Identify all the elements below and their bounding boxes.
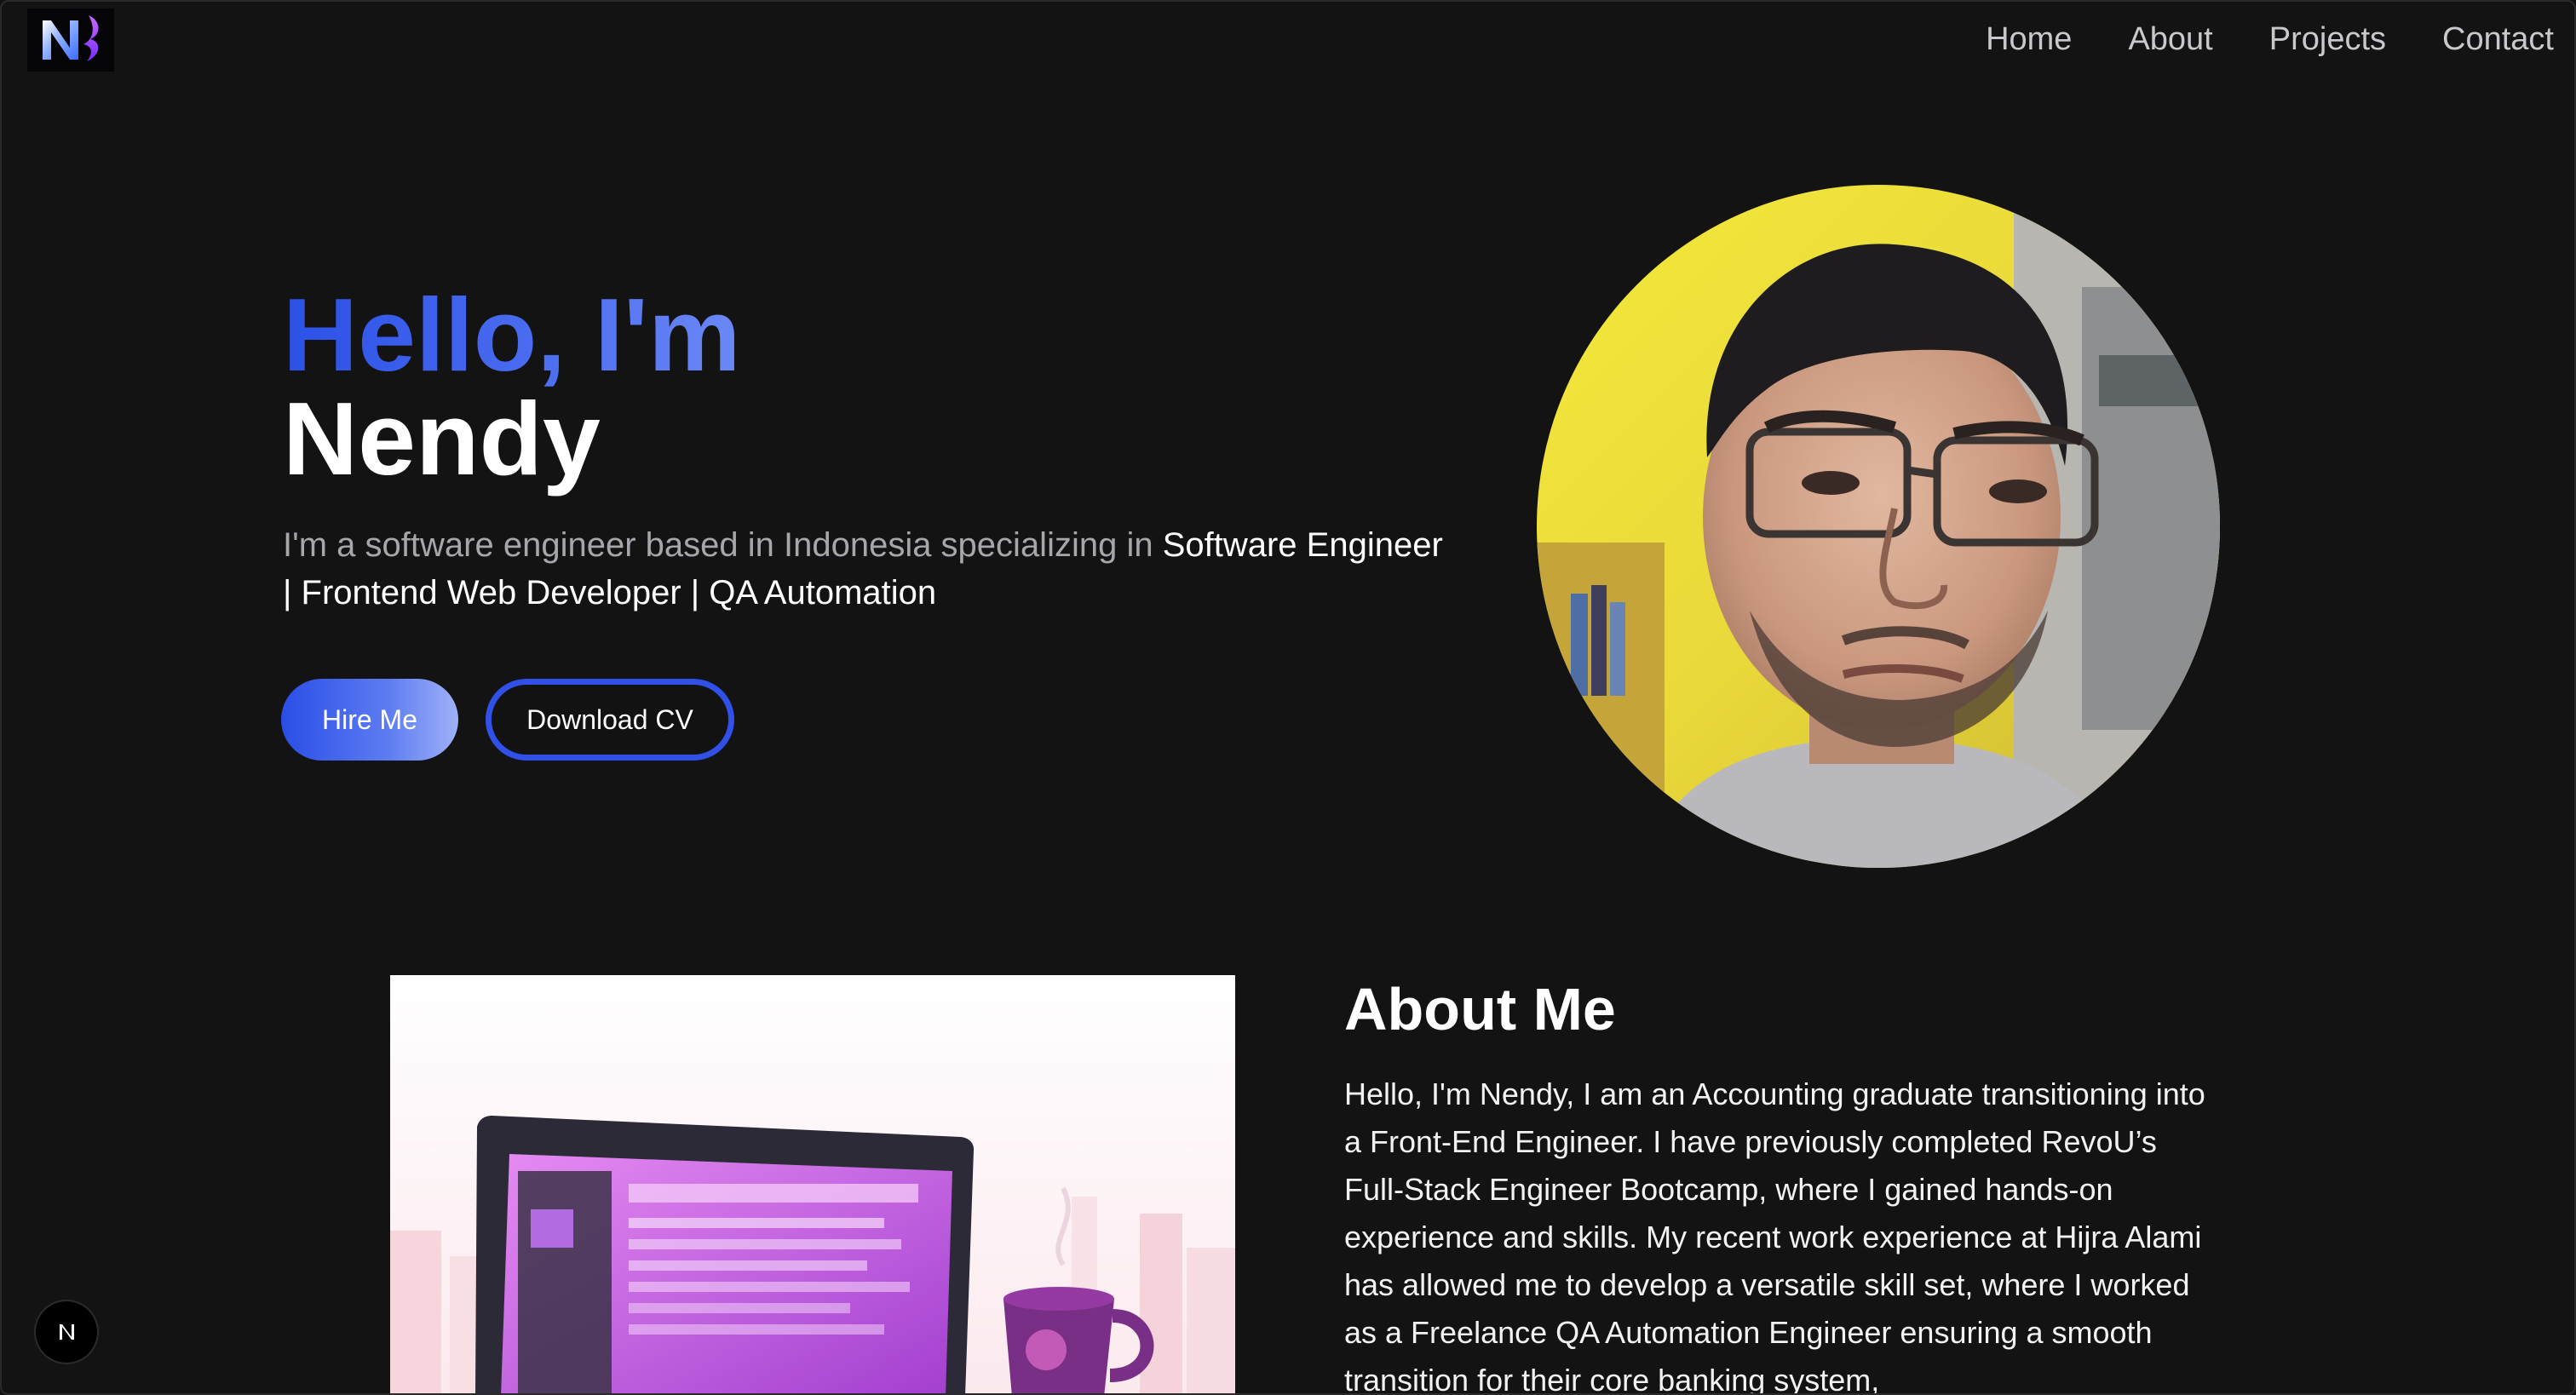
nav-home[interactable]: Home (1986, 14, 2072, 65)
about-title: About Me (1344, 976, 1616, 1042)
main-nav: Home About Projects Contact (1986, 14, 2554, 65)
about-illustration (390, 975, 1235, 1393)
portfolio-page: Home About Projects Contact Hello, I'm N… (0, 0, 2576, 1395)
nextjs-n-icon (60, 1324, 74, 1340)
hero-actions: Hire Me Download CV (281, 679, 734, 761)
nav-projects[interactable]: Projects (2269, 14, 2386, 65)
hero-name: Nendy (283, 381, 601, 497)
nav-contact[interactable]: Contact (2442, 14, 2554, 65)
about-text: Hello, I'm Nendy, I am an Accounting gra… (1344, 1076, 2205, 1395)
logo-n-icon (43, 15, 99, 61)
nextjs-badge[interactable] (36, 1301, 97, 1363)
hero-greeting: Hello, I'm (283, 277, 741, 393)
profile-photo (1537, 185, 2220, 868)
download-cv-button[interactable]: Download CV (486, 679, 734, 761)
hero-intro: I'm a software engineer based in Indones… (283, 526, 1163, 564)
hero-title: Hello, I'm Nendy (283, 283, 740, 491)
hero-description: I'm a software engineer based in Indones… (283, 521, 1458, 617)
site-logo[interactable] (27, 9, 114, 72)
hire-me-button[interactable]: Hire Me (281, 679, 458, 761)
nav-about[interactable]: About (2128, 14, 2212, 65)
